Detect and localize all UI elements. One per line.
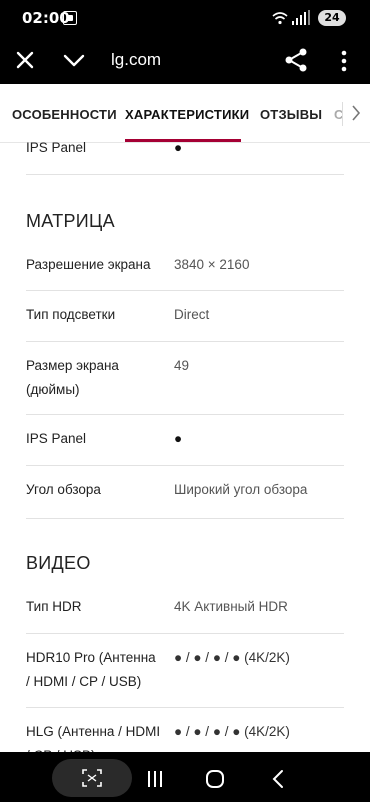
spec-label: Тип подсветки — [26, 307, 116, 322]
tab-divider — [342, 102, 343, 126]
close-icon[interactable] — [14, 49, 36, 71]
spec-label-line2: / HDMI / CP / USB) — [26, 674, 142, 689]
recent-apps-icon[interactable] — [146, 770, 164, 788]
spec-value: 4K Активный HDR — [174, 599, 288, 614]
url-text[interactable]: lg.com — [111, 50, 161, 70]
home-icon[interactable] — [205, 769, 225, 789]
spec-label: Разрешение экрана — [26, 257, 151, 272]
status-bar: 02:00 24 — [0, 0, 370, 38]
section-title: ВИДЕО — [26, 553, 91, 573]
spec-value: ● / ● / ● / ● (4K/2K) — [174, 650, 290, 665]
spec-row: IPS Panel ● — [26, 414, 344, 466]
battery-indicator: 24 — [318, 10, 346, 26]
chevron-down-icon[interactable] — [63, 51, 85, 69]
spec-row: Размер экрана (дюймы) 49 — [26, 341, 344, 415]
tab-features[interactable]: ОСОБЕННОСТИ — [12, 107, 117, 122]
spec-value: ● / ● / ● / ● (4K/2K) — [174, 724, 290, 739]
system-nav-bar — [0, 752, 370, 802]
spec-row: HDR10 Pro (Антенна / HDMI / CP / USB) ● … — [26, 633, 344, 708]
spec-label: Тип HDR — [26, 599, 82, 614]
back-icon[interactable] — [270, 769, 286, 789]
spec-row: Угол обзора Широкий угол обзора — [26, 465, 344, 519]
spec-value: 49 — [174, 358, 190, 373]
spec-row: Тип HDR 4K Активный HDR — [26, 593, 344, 634]
spec-label: HLG (Антенна / HDMI — [26, 724, 161, 739]
spec-label-line2: (дюймы) — [26, 382, 80, 397]
spec-value: ● — [174, 431, 183, 446]
spec-value: ● — [174, 140, 183, 155]
chevron-right-icon[interactable] — [348, 102, 364, 124]
spec-value: Direct — [174, 307, 210, 322]
tab-specifications[interactable]: ХАРАКТЕРИСТИКИ — [125, 107, 249, 122]
scan-icon[interactable] — [82, 769, 102, 787]
spec-label: Угол обзора — [26, 482, 101, 497]
spec-label: IPS Panel — [26, 140, 87, 155]
spec-row: Тип подсветки Direct — [26, 290, 344, 342]
spec-label: Размер экрана — [26, 358, 119, 373]
spec-value: Широкий угол обзора — [174, 482, 308, 497]
share-icon[interactable] — [284, 47, 308, 73]
signal-icon — [292, 10, 310, 25]
browser-bar: lg.com — [0, 38, 370, 84]
spec-row: Разрешение экрана 3840 × 2160 — [26, 250, 344, 291]
spec-tabs: ОСОБЕННОСТИ ХАРАКТЕРИСТИКИ ОТЗЫВЫ С — [0, 84, 370, 143]
more-options-icon[interactable] — [336, 48, 352, 74]
screenshot-icon — [63, 11, 77, 25]
section-title: МАТРИЦА — [26, 211, 115, 231]
spec-label: IPS Panel — [26, 431, 87, 446]
tab-reviews[interactable]: ОТЗЫВЫ — [260, 107, 322, 122]
spec-value: 3840 × 2160 — [174, 257, 250, 272]
wifi-icon — [272, 12, 288, 25]
spec-label: HDR10 Pro (Антенна — [26, 650, 156, 665]
spec-row: IPS Panel ● — [26, 140, 344, 175]
